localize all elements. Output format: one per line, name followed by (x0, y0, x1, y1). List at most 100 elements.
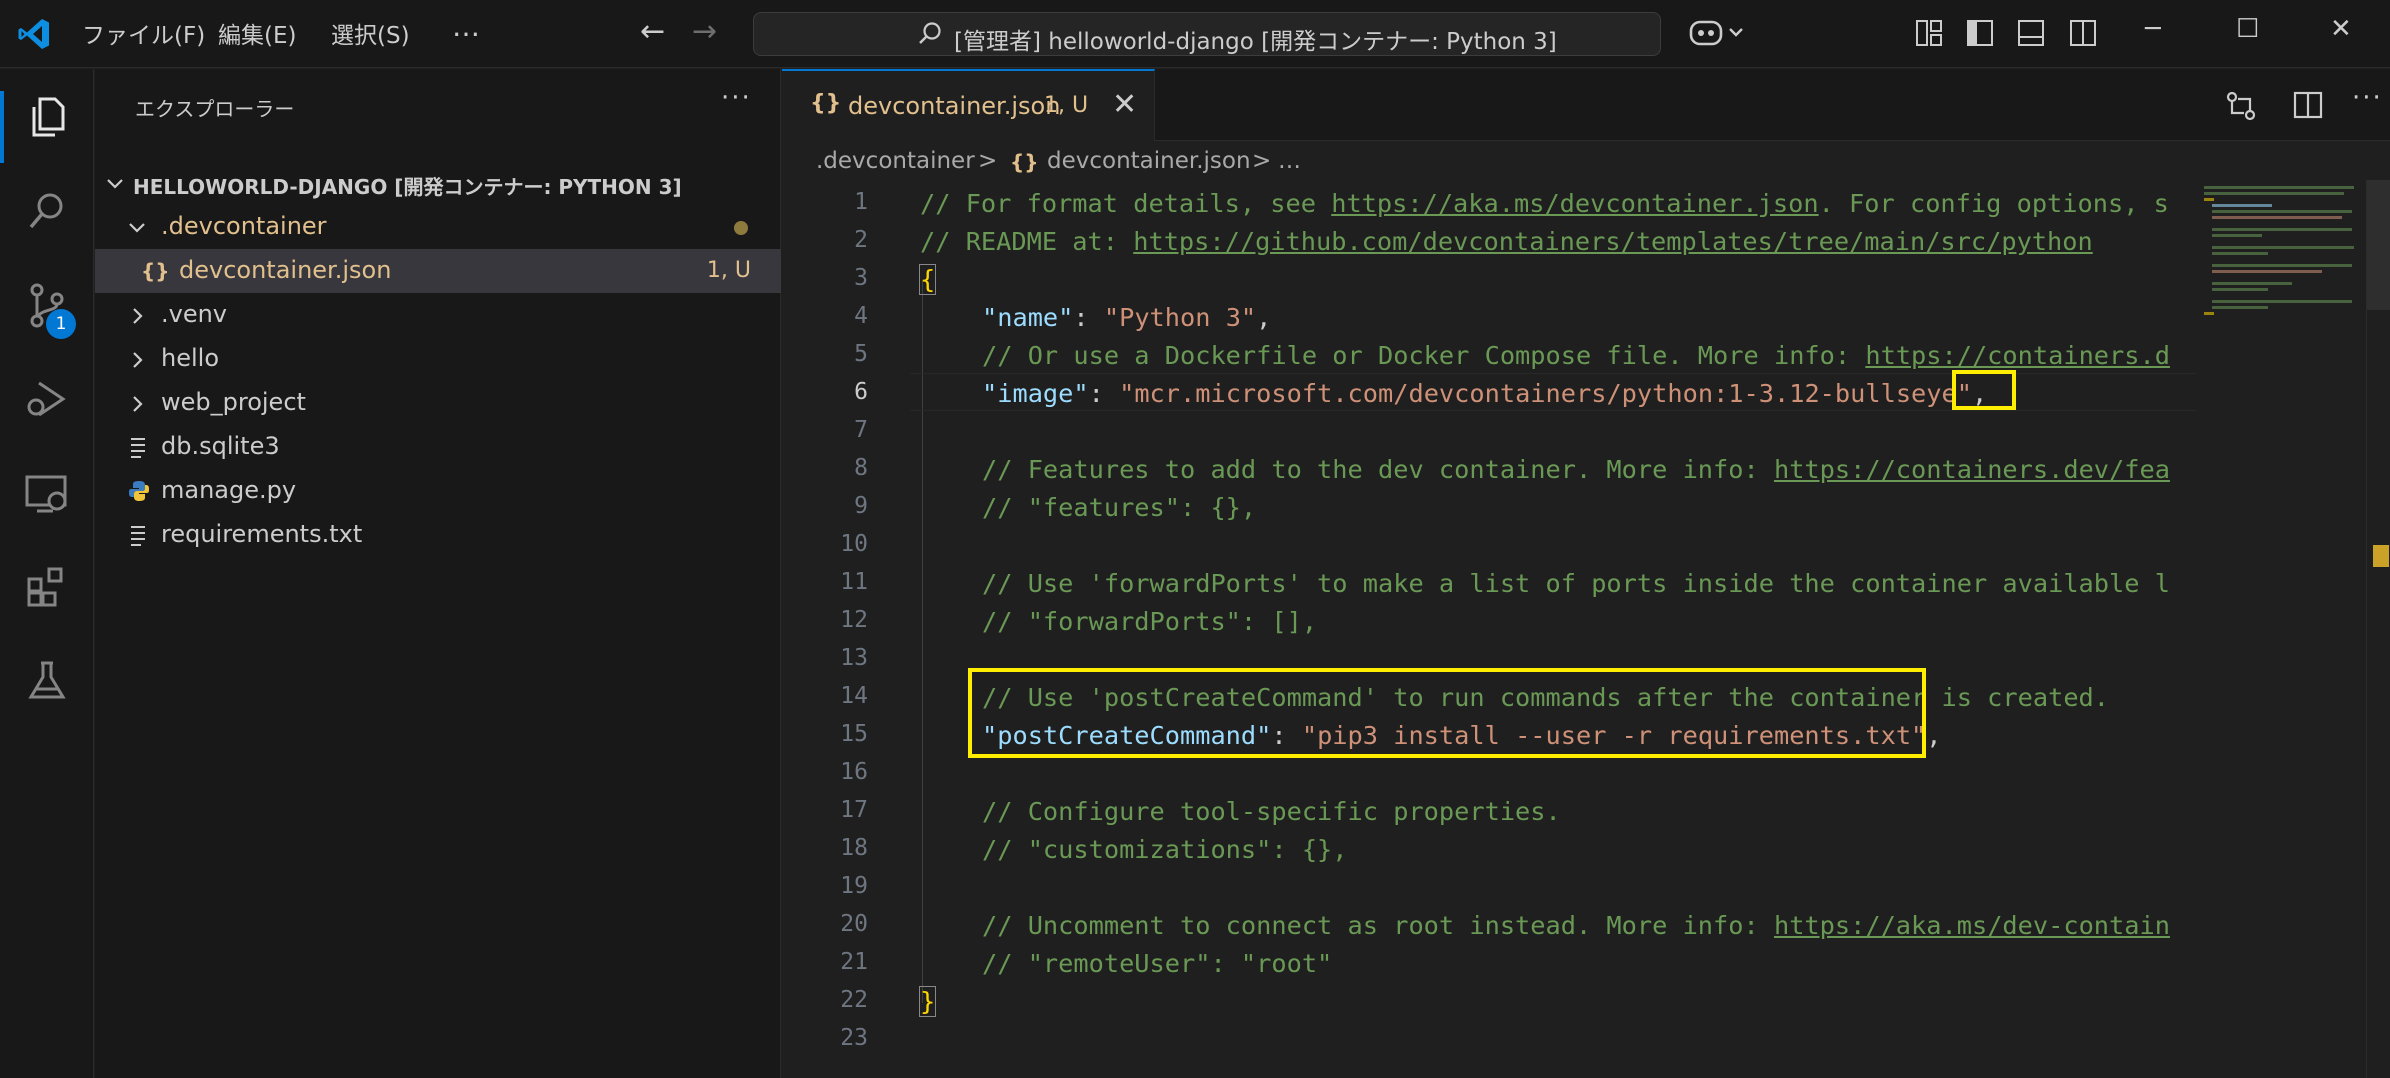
minimap-line (2204, 312, 2214, 315)
menu-file[interactable]: ファイル(F) (82, 16, 205, 50)
code-line: 11 // Use 'forwardPorts' to make a list … (782, 563, 2196, 601)
code-text: // Or use a Dockerfile or Docker Compose… (982, 341, 2170, 370)
highlight-box-comma (1952, 370, 2016, 410)
workspace-root-label: HELLOWORLD-DJANGO [開発コンテナー: PYTHON 3] (133, 175, 682, 199)
link: https://aka.ms/dev-contain (1773, 911, 2170, 940)
line-number: 20 (840, 911, 868, 937)
toggle-panel-icon[interactable] (2016, 18, 2046, 48)
line-number: 18 (840, 835, 868, 861)
line-number: 6 (854, 379, 868, 405)
menu-edit[interactable]: 編集(E) (218, 16, 296, 50)
breadcrumb-separator: > (978, 148, 998, 174)
code-text: "image": "mcr.microsoft.com/devcontainer… (982, 379, 1988, 408)
modified-dot (734, 221, 748, 235)
menu-selection[interactable]: 選択(S) (331, 16, 410, 50)
close-button[interactable]: ✕ (2330, 14, 2352, 44)
code-text: // "features": {}, (982, 493, 1257, 522)
customize-layout-icon[interactable] (1914, 18, 1944, 48)
minimap-line (2212, 306, 2268, 309)
json-file-icon: {} (1010, 150, 1039, 174)
minimize-button[interactable]: ─ (2145, 14, 2161, 44)
chevron-down-icon (107, 179, 123, 189)
tab-label: devcontainer.json (848, 92, 1061, 120)
python-file-icon (129, 481, 149, 501)
link: https://containers.d (1865, 341, 2170, 370)
forward-icon[interactable]: → (692, 14, 717, 49)
run-debug-icon[interactable] (23, 375, 71, 423)
code-text: } (918, 986, 937, 1017)
tree-item-manage-py[interactable]: manage.py (95, 469, 781, 513)
tree-item-hello[interactable]: hello (95, 337, 781, 381)
link: https://github.com/devcontainers/templat… (1133, 227, 2093, 256)
json-file-icon: {} (141, 259, 170, 283)
line-number: 12 (840, 607, 868, 633)
line-number: 16 (840, 759, 868, 785)
code-line: 1 // For format details, see https://aka… (782, 183, 2196, 221)
extensions-icon[interactable] (23, 563, 71, 611)
code-line: 12 // "forwardPorts": [], (782, 601, 2196, 639)
line-number: 11 (840, 569, 868, 595)
code-text: "name": "Python 3", (982, 303, 1272, 332)
tree-item-requirements[interactable]: requirements.txt (95, 513, 781, 557)
breadcrumb: .devcontainer > {} devcontainer.json > … (782, 142, 2202, 182)
line-number: 10 (840, 531, 868, 557)
more-actions-icon[interactable]: ··· (2352, 83, 2383, 113)
workspace-root[interactable]: HELLOWORLD-DJANGO [開発コンテナー: PYTHON 3] (95, 161, 781, 205)
code-text: // For format details, see https://aka.m… (920, 189, 2169, 218)
active-indicator (0, 91, 4, 163)
file-lines-icon (131, 438, 145, 458)
tree-item-label: hello (161, 344, 219, 372)
breadcrumb-symbol[interactable]: … (1278, 148, 1301, 174)
minimap-line (2212, 204, 2272, 207)
explorer-icon[interactable] (23, 93, 71, 141)
minimap-line (2212, 234, 2262, 237)
code-line: 10 (782, 525, 2196, 563)
code-line: 3 { (782, 259, 2196, 297)
tree-item-devcontainer[interactable]: .devcontainer (95, 205, 781, 249)
copilot-icon[interactable] (1688, 16, 1748, 50)
line-number: 21 (840, 949, 868, 975)
code-editor[interactable]: 1 // For format details, see https://aka… (782, 180, 2196, 1078)
activity-bar: 1 (0, 69, 94, 1078)
breadcrumb-file[interactable]: devcontainer.json (1047, 148, 1251, 174)
tree-item-web-project[interactable]: web_project (95, 381, 781, 425)
file-status: 1, U (706, 258, 751, 283)
tree-item-label: db.sqlite3 (161, 432, 280, 460)
command-center[interactable]: [管理者] helloworld-django [開発コンテナー: Python… (753, 12, 1661, 56)
tree-item-venv[interactable]: .venv (95, 293, 781, 337)
search-icon[interactable] (23, 187, 71, 235)
command-center-title: [管理者] helloworld-django [開発コンテナー: Python… (954, 29, 1557, 55)
maximize-button[interactable]: ☐ (2236, 14, 2259, 44)
minimap-line (2212, 216, 2342, 219)
code-text: // "remoteUser": "root" (982, 949, 1333, 978)
tree-item-devcontainer-json[interactable]: {} devcontainer.json 1, U (95, 249, 781, 293)
line-number: 13 (840, 645, 868, 671)
testing-icon[interactable] (23, 657, 71, 705)
tree-item-label: requirements.txt (161, 520, 363, 548)
tree-item-db-sqlite3[interactable]: db.sqlite3 (95, 425, 781, 469)
line-number: 9 (854, 493, 868, 519)
toggle-secondary-sidebar-icon[interactable] (2068, 18, 2098, 48)
toggle-primary-sidebar-icon[interactable] (1965, 18, 1995, 48)
remote-explorer-icon[interactable] (23, 469, 71, 517)
minimap[interactable] (2196, 180, 2366, 1078)
split-editor-icon[interactable] (2292, 89, 2324, 121)
scrollbar-thumb[interactable] (2367, 180, 2390, 310)
menu-more[interactable]: … (452, 10, 480, 43)
tab-status: 1, U (1044, 93, 1089, 118)
tree-item-label: web_project (161, 388, 306, 416)
tree-item-label: devcontainer.json (179, 256, 392, 284)
line-number: 4 (854, 303, 868, 329)
line-number: 2 (854, 227, 868, 253)
code-line: 23 (782, 1019, 2196, 1057)
minimap-line (2204, 198, 2214, 201)
vertical-scrollbar[interactable] (2366, 180, 2390, 1078)
back-icon[interactable]: ← (640, 14, 665, 49)
close-icon[interactable]: ✕ (1112, 87, 1137, 122)
breadcrumb-folder[interactable]: .devcontainer (816, 148, 975, 174)
minimap-line (2212, 228, 2352, 231)
minimap-line (2212, 288, 2268, 291)
more-actions-icon[interactable]: ··· (721, 83, 752, 113)
tab-devcontainer-json[interactable]: {} devcontainer.json 1, U ✕ (782, 69, 1155, 141)
open-changes-icon[interactable] (2224, 89, 2258, 123)
